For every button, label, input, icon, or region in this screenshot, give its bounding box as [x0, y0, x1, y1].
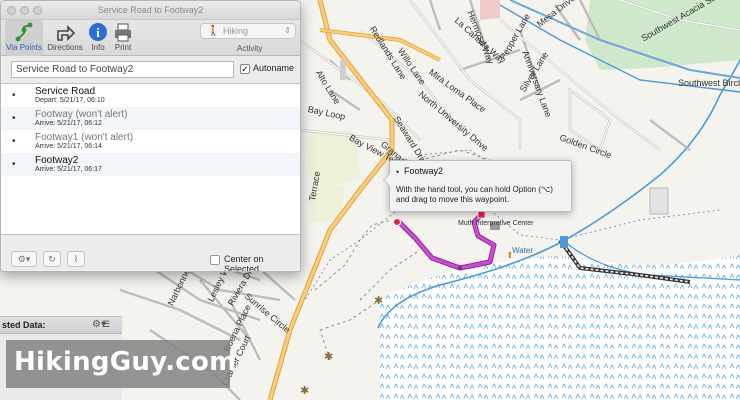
waypoint-name: Footway1 (won't alert): [35, 132, 134, 143]
tab-via-points[interactable]: Via Points: [5, 20, 43, 56]
tab-info-label: Info: [91, 43, 105, 52]
bullet-icon: •: [12, 90, 16, 101]
waypoint-time: Arrive: 5/21/17, 06:17: [35, 166, 102, 173]
label-water: Water: [512, 246, 534, 255]
activity-select[interactable]: 🚶 Hiking ⇕: [200, 23, 296, 39]
chart-icon: ⌇: [73, 254, 79, 264]
watermark-text: HikingGuy.com: [14, 347, 237, 377]
label-interpretive-center: Muth Interpretive Center: [458, 220, 534, 227]
list-item[interactable]: • Footway (won't alert) Arrive: 5/21/17,…: [1, 107, 300, 130]
refresh-button[interactable]: ↻: [43, 251, 61, 267]
directions-arrow-icon: [57, 25, 76, 41]
svg-text:i: i: [96, 25, 100, 40]
tooltip-title: Footway2: [404, 166, 444, 176]
waypoint-marker: [393, 218, 401, 226]
waypoint-list[interactable]: • Service Road Depart: 5/21/17, 06:10 • …: [1, 83, 300, 235]
waypoint-name: Service Road: [35, 86, 96, 97]
waypoint-name: Footway (won't alert): [35, 109, 128, 120]
autoname-label: Autoname: [253, 63, 295, 73]
tab-via-points-label: Via Points: [6, 43, 42, 52]
bullet-icon: •: [12, 113, 16, 124]
print-label: Print: [114, 43, 132, 52]
list-item[interactable]: • Footway1 (won't alert) Arrive: 5/21/17…: [1, 130, 300, 153]
gear-menu-button[interactable]: ⚙▾: [11, 251, 37, 267]
data-panel-header: sted Data: ⚙▾ ☰: [0, 317, 122, 334]
list-item[interactable]: • Service Road Depart: 5/21/17, 06:10: [1, 84, 300, 107]
activity-value: Hiking: [223, 26, 249, 36]
info-icon: i: [89, 23, 107, 41]
print-button[interactable]: Print: [111, 20, 135, 56]
building: [649, 187, 669, 215]
tab-directions-label: Directions: [47, 43, 83, 52]
via-points-icon: [15, 22, 33, 42]
waypoint-time: Depart: 5/21/17, 06:10: [35, 97, 105, 104]
route-inspector-window: Service Road to Footway2 Via Points Dire…: [0, 0, 301, 272]
street-label-sw-birch: Southwest Birch: [678, 78, 740, 88]
tab-info[interactable]: i Info: [87, 20, 109, 56]
autoname-checkbox[interactable]: ✓: [240, 64, 250, 74]
printer-icon: [115, 23, 131, 42]
elevation-profile-button[interactable]: ⌇: [67, 251, 85, 267]
pink-area: [480, 0, 500, 20]
inspector-toolbar: Via Points Directions i Info Print 🚶 Hik…: [1, 20, 300, 56]
tab-directions[interactable]: Directions: [45, 20, 85, 56]
list-item[interactable]: • Footway2 Arrive: 5/21/17, 06:17: [1, 153, 300, 176]
window-title: Service Road to Footway2: [97, 5, 204, 15]
bullet-icon: •: [12, 159, 16, 170]
activity-label: Activity: [237, 44, 263, 53]
building: [340, 60, 346, 80]
watermark: HikingGuy.com: [6, 340, 236, 388]
select-arrows-icon: ⇕: [284, 26, 291, 35]
data-panel-title: sted Data:: [2, 320, 46, 330]
center-on-selected-checkbox[interactable]: [210, 255, 220, 265]
route-name-row: ✓ Autoname: [1, 56, 300, 82]
refresh-icon: ↻: [48, 254, 56, 264]
inspector-bottom-bar: ⚙▾ ↻ ⌇ Center on Selected: [1, 246, 300, 272]
bullet-icon: •: [396, 167, 400, 177]
bullet-icon: •: [12, 136, 16, 147]
waypoint-time: Arrive: 5/21/17, 06:14: [35, 143, 102, 150]
waypoint-time: Arrive: 5/21/17, 06:12: [35, 120, 102, 127]
list-icon[interactable]: ☰: [102, 319, 110, 330]
waypoint-tooltip: • Footway2 With the hand tool, you can h…: [383, 160, 572, 212]
tooltip-body: With the hand tool, you can hold Option …: [396, 185, 553, 204]
svg-text:✱: ✱: [374, 294, 383, 307]
route-name-field[interactable]: [11, 61, 234, 78]
building: [560, 236, 568, 248]
park-area: [585, 0, 740, 70]
waypoint-name: Footway2: [35, 155, 79, 166]
hiker-icon: 🚶: [207, 26, 220, 37]
center-on-selected-label: Center on Selected: [224, 254, 264, 272]
svg-text:✱: ✱: [300, 384, 309, 397]
gear-icon: ⚙▾: [17, 254, 31, 264]
svg-text:✱: ✱: [324, 350, 333, 363]
window-titlebar[interactable]: Service Road to Footway2: [1, 1, 300, 20]
